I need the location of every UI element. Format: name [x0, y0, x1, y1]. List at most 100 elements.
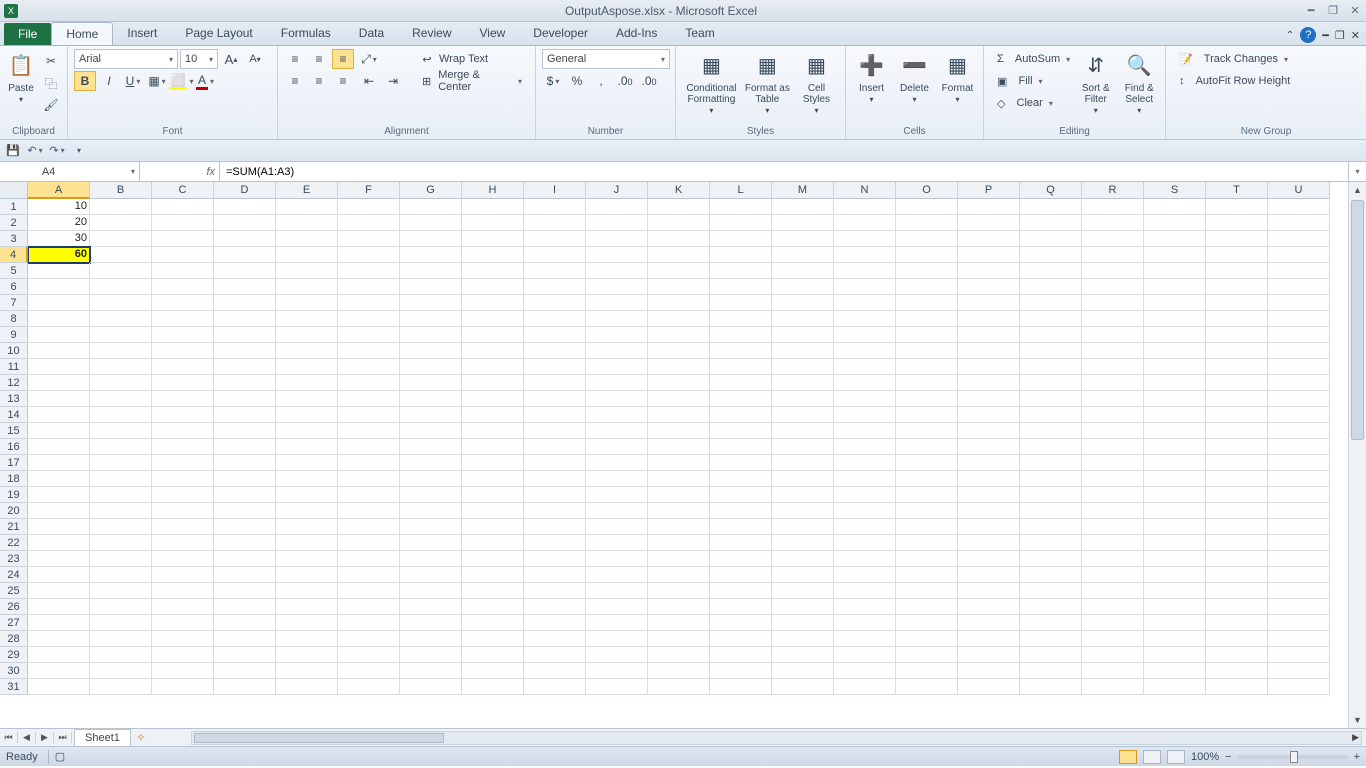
paste-button[interactable]: 📋 Paste ▾ — [6, 49, 36, 105]
cell[interactable] — [648, 471, 710, 487]
cell[interactable] — [338, 343, 400, 359]
cell[interactable] — [896, 295, 958, 311]
cell[interactable] — [28, 567, 90, 583]
cell[interactable] — [586, 663, 648, 679]
format-painter-icon[interactable]: 🖌 — [40, 95, 62, 115]
cell[interactable] — [1206, 311, 1268, 327]
row-header[interactable]: 31 — [0, 679, 28, 695]
cell[interactable] — [28, 599, 90, 615]
cell[interactable] — [834, 215, 896, 231]
cell[interactable] — [772, 215, 834, 231]
column-header[interactable]: M — [772, 182, 834, 199]
row-header[interactable]: 11 — [0, 359, 28, 375]
cell[interactable] — [276, 199, 338, 215]
cell[interactable] — [524, 215, 586, 231]
cell[interactable] — [1268, 263, 1330, 279]
cell[interactable] — [1268, 663, 1330, 679]
sheet-nav-first-icon[interactable]: ⏮ — [0, 732, 18, 743]
wrap-text-button[interactable]: ↩Wrap Text — [412, 49, 529, 69]
cell[interactable] — [834, 519, 896, 535]
cell[interactable] — [958, 327, 1020, 343]
cell[interactable] — [772, 279, 834, 295]
normal-view-icon[interactable] — [1119, 750, 1137, 764]
cell[interactable] — [834, 343, 896, 359]
cell[interactable] — [1082, 375, 1144, 391]
cell[interactable] — [958, 439, 1020, 455]
cell[interactable] — [586, 679, 648, 695]
cell[interactable] — [710, 199, 772, 215]
column-header[interactable]: D — [214, 182, 276, 199]
cell[interactable] — [1020, 535, 1082, 551]
cell[interactable] — [958, 567, 1020, 583]
cell[interactable] — [1268, 439, 1330, 455]
cell[interactable] — [586, 199, 648, 215]
cell[interactable] — [586, 215, 648, 231]
cell[interactable] — [834, 295, 896, 311]
cell[interactable] — [1144, 439, 1206, 455]
cell[interactable] — [90, 391, 152, 407]
cell[interactable] — [1082, 295, 1144, 311]
column-header[interactable]: U — [1268, 182, 1330, 199]
cell[interactable] — [586, 535, 648, 551]
cell[interactable] — [648, 391, 710, 407]
cell[interactable] — [648, 343, 710, 359]
cell[interactable] — [1268, 503, 1330, 519]
cell[interactable] — [1020, 663, 1082, 679]
row-header[interactable]: 19 — [0, 487, 28, 503]
cell[interactable] — [152, 439, 214, 455]
cell[interactable] — [338, 599, 400, 615]
cell[interactable] — [338, 423, 400, 439]
cell[interactable] — [1206, 231, 1268, 247]
zoom-in-icon[interactable]: + — [1354, 751, 1360, 763]
cell[interactable] — [524, 391, 586, 407]
align-middle-icon[interactable]: ≡ — [308, 49, 330, 69]
cell[interactable] — [214, 615, 276, 631]
cell[interactable] — [152, 199, 214, 215]
cell[interactable] — [958, 519, 1020, 535]
cell[interactable] — [896, 487, 958, 503]
cell[interactable] — [276, 311, 338, 327]
cell[interactable] — [710, 311, 772, 327]
cell[interactable] — [1268, 247, 1330, 263]
cell[interactable] — [648, 503, 710, 519]
cell[interactable] — [1020, 311, 1082, 327]
cell[interactable] — [772, 263, 834, 279]
cell[interactable] — [214, 455, 276, 471]
cell[interactable] — [28, 583, 90, 599]
cell[interactable] — [90, 295, 152, 311]
cell[interactable] — [152, 375, 214, 391]
cell[interactable] — [28, 327, 90, 343]
cell[interactable] — [338, 679, 400, 695]
cell[interactable] — [400, 359, 462, 375]
cell[interactable] — [648, 583, 710, 599]
cell[interactable] — [586, 647, 648, 663]
merge-center-button[interactable]: ⊞Merge & Center — [412, 71, 529, 91]
cell[interactable] — [524, 471, 586, 487]
cell[interactable] — [28, 343, 90, 359]
column-header[interactable]: E — [276, 182, 338, 199]
cell[interactable] — [1206, 263, 1268, 279]
cell[interactable] — [586, 343, 648, 359]
decrease-indent-icon[interactable]: ⇤ — [358, 71, 380, 91]
font-name-combo[interactable]: Arial▾ — [74, 49, 178, 69]
cell[interactable] — [28, 631, 90, 647]
cell[interactable] — [90, 471, 152, 487]
cell[interactable] — [1144, 519, 1206, 535]
cell[interactable] — [1144, 391, 1206, 407]
cell[interactable] — [1144, 503, 1206, 519]
cell[interactable] — [958, 455, 1020, 471]
cell[interactable] — [400, 599, 462, 615]
cell[interactable]: 30 — [28, 231, 90, 247]
cell[interactable] — [276, 551, 338, 567]
cell[interactable] — [28, 263, 90, 279]
cell[interactable] — [586, 247, 648, 263]
cell[interactable] — [524, 599, 586, 615]
cell[interactable] — [462, 647, 524, 663]
cell[interactable] — [834, 247, 896, 263]
cell[interactable] — [896, 327, 958, 343]
cell[interactable] — [1020, 455, 1082, 471]
cell[interactable] — [1020, 295, 1082, 311]
cell[interactable] — [1206, 519, 1268, 535]
cell[interactable] — [400, 215, 462, 231]
cell[interactable] — [1020, 631, 1082, 647]
